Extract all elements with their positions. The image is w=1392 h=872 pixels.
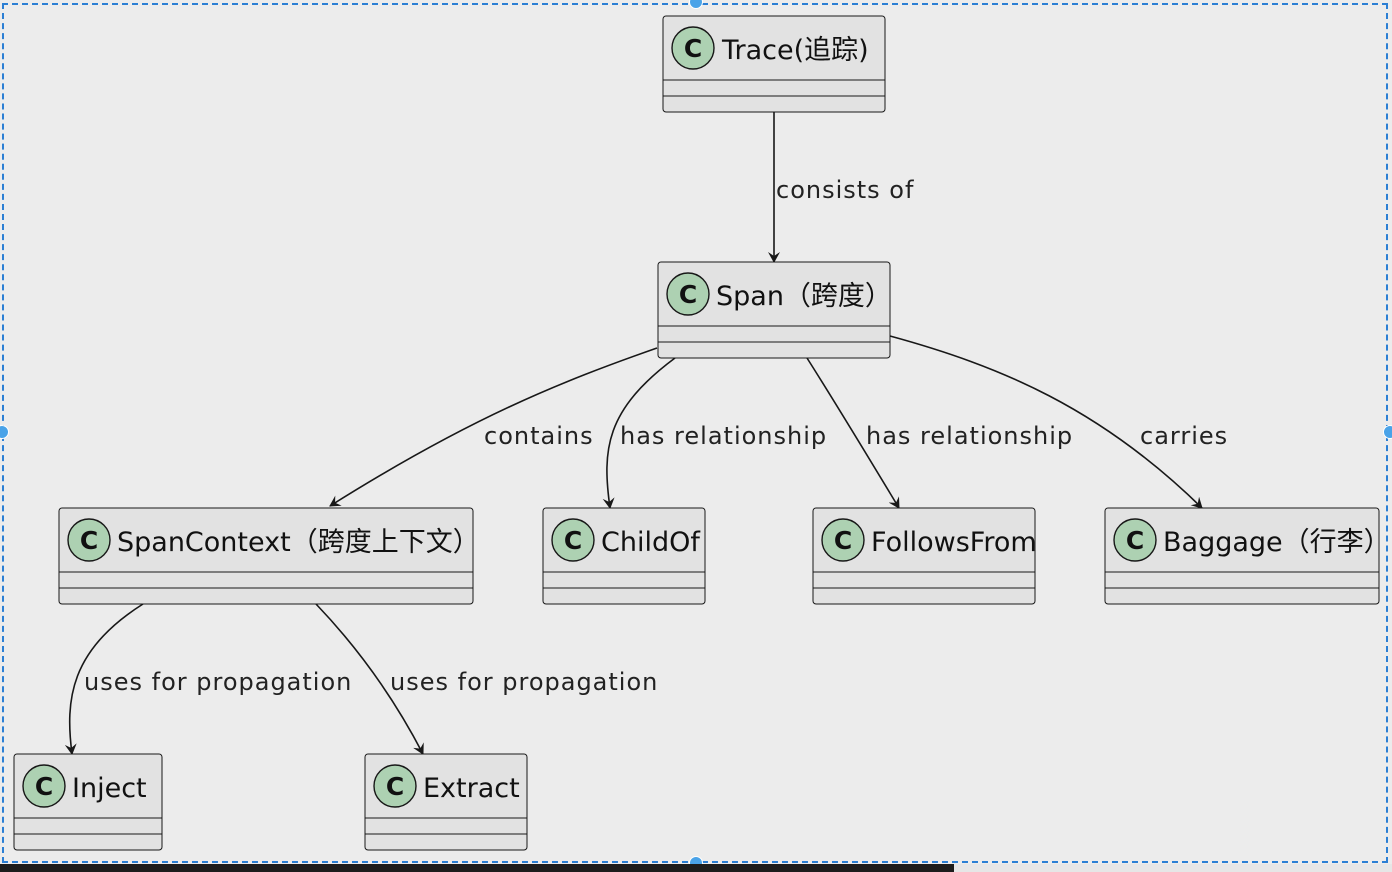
class-trace[interactable]: C Trace(追踪) (662, 15, 886, 113)
class-stereotype-letter: C (679, 280, 697, 309)
resize-handle-right[interactable] (1383, 425, 1392, 439)
edge-label-contains: contains (484, 422, 594, 450)
bottom-panel-strip (954, 864, 1392, 872)
class-stereotype-letter: C (35, 772, 53, 801)
edge-label-uses-for-propagation-1: uses for propagation (84, 668, 352, 696)
edge-label-carries: carries (1140, 422, 1228, 450)
class-stereotype-letter: C (1126, 526, 1144, 555)
class-extract[interactable]: C Extract (364, 753, 528, 851)
class-name-baggage: Baggage（行李） (1163, 527, 1391, 558)
class-followsfrom[interactable]: C FollowsFrom (812, 507, 1037, 605)
class-name-trace: Trace(追踪) (721, 35, 869, 66)
class-stereotype-letter: C (80, 526, 98, 555)
edges: consists of contains has relationship ha… (64, 112, 1228, 755)
class-stereotype-letter: C (386, 772, 404, 801)
class-stereotype-letter: C (834, 526, 852, 555)
class-name-childof: ChildOf (601, 527, 701, 558)
class-baggage[interactable]: C Baggage（行李） (1104, 507, 1391, 605)
class-stereotype-letter: C (684, 34, 702, 63)
class-name-span: Span（跨度） (716, 281, 892, 312)
class-childof[interactable]: C ChildOf (542, 507, 706, 605)
class-stereotype-letter: C (564, 526, 582, 555)
class-spancontext[interactable]: C SpanContext（跨度上下文） (58, 507, 480, 605)
class-name-inject: Inject (72, 773, 147, 804)
edge-label-has-relationship-2: has relationship (866, 422, 1073, 450)
edge-label-uses-for-propagation-2: uses for propagation (390, 668, 658, 696)
class-name-followsfrom: FollowsFrom (871, 527, 1037, 558)
class-name-spancontext: SpanContext（跨度上下文） (117, 527, 480, 558)
class-name-extract: Extract (423, 773, 520, 804)
class-span[interactable]: C Span（跨度） (657, 261, 892, 359)
edge-label-has-relationship-1: has relationship (620, 422, 827, 450)
class-inject[interactable]: C Inject (13, 753, 163, 851)
edge-label-consists-of: consists of (776, 176, 914, 204)
diagram-canvas: consists of contains has relationship ha… (13, 15, 1391, 851)
